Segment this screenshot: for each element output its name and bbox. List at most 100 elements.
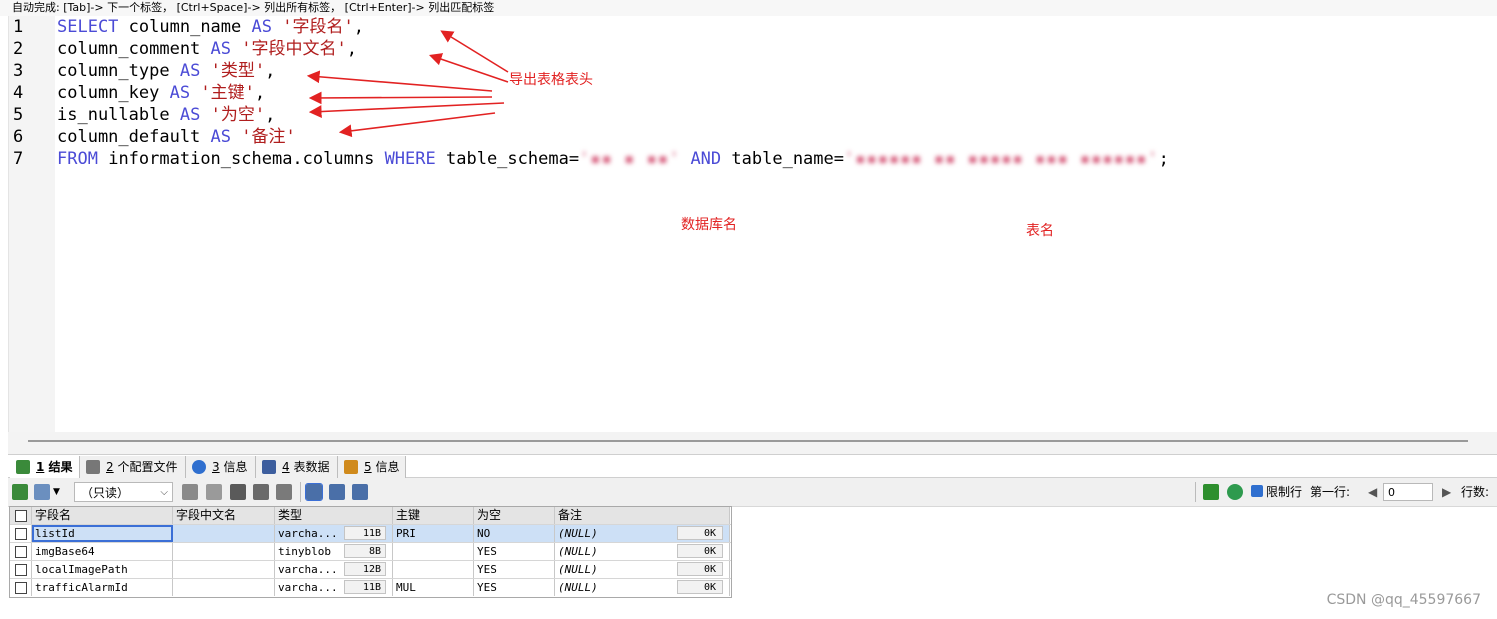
row-checkbox[interactable] xyxy=(10,561,32,578)
mode-select[interactable]: （只读） ⌵ xyxy=(74,482,173,502)
row-checkbox[interactable] xyxy=(10,525,32,542)
cell-default[interactable]: (NULL) 0K xyxy=(555,579,730,596)
cell-nullable[interactable]: YES xyxy=(474,579,555,596)
null-value: (NULL) xyxy=(558,563,598,576)
limit-checkbox[interactable] xyxy=(1251,485,1263,497)
insert-row-icon[interactable] xyxy=(182,484,198,500)
column-header[interactable]: 字段名 xyxy=(32,507,173,524)
annotation-export-header: 导出表格表头 xyxy=(509,72,593,88)
cell-default[interactable]: (NULL) 0K xyxy=(555,561,730,578)
next-arrow-icon[interactable]: ▶ xyxy=(1442,484,1451,500)
table-row[interactable]: imgBase64 tinyblob 8B YES (NULL) 0K xyxy=(10,543,731,561)
tab-messages[interactable]: 3 信息 xyxy=(186,456,256,478)
tab-table-data[interactable]: 4 表数据 xyxy=(256,456,338,478)
line-number: 4 xyxy=(13,83,24,103)
column-identifier: column_type xyxy=(57,61,170,81)
column-header[interactable]: 字段中文名 xyxy=(173,507,275,524)
info-chart-icon xyxy=(344,460,358,474)
cell-name[interactable]: imgBase64 xyxy=(32,543,173,560)
form-view-icon[interactable] xyxy=(329,484,345,500)
size-badge: 12B xyxy=(344,562,386,576)
cell-comment[interactable] xyxy=(173,543,275,560)
result-grid[interactable]: 字段名 字段中文名 类型 主键 为空 备注 listId varcha... 11… xyxy=(9,506,732,598)
size-badge: 11B xyxy=(344,526,386,540)
annotation-database-name: 数据库名 xyxy=(681,217,737,233)
table-row[interactable]: localImagePath varcha... 12B YES (NULL) 0K xyxy=(10,561,731,579)
cell-type[interactable]: varcha... 12B xyxy=(275,561,393,578)
cell-key[interactable]: MUL xyxy=(393,579,474,596)
alias-string: '备注' xyxy=(241,127,296,147)
type-value: varcha... xyxy=(278,581,338,594)
refresh-icon[interactable] xyxy=(1227,484,1243,500)
save-icon[interactable] xyxy=(230,484,246,500)
column-header[interactable]: 为空 xyxy=(474,507,555,524)
cell-type[interactable]: tinyblob 8B xyxy=(275,543,393,560)
size-badge: 11B xyxy=(344,580,386,594)
cell-comment[interactable] xyxy=(173,579,275,596)
tab-result[interactable]: 1 结果 xyxy=(10,456,80,478)
alias-string: '为空' xyxy=(210,105,266,125)
column-header[interactable]: 类型 xyxy=(275,507,393,524)
grid-view-icon[interactable] xyxy=(305,483,323,501)
first-row-input[interactable]: 0 xyxy=(1383,483,1433,501)
keyword-and: AND xyxy=(690,149,722,169)
size-badge: 0K xyxy=(677,526,723,540)
chevron-down-icon: ⌵ xyxy=(160,487,168,498)
cancel-icon[interactable] xyxy=(276,484,292,500)
cell-name[interactable]: localImagePath xyxy=(32,561,173,578)
add-row-icon[interactable] xyxy=(12,484,28,500)
tab-info[interactable]: 5 信息 xyxy=(338,456,406,478)
row-checkbox[interactable] xyxy=(10,579,32,596)
export-icon[interactable] xyxy=(34,484,50,500)
cell-key[interactable] xyxy=(393,561,474,578)
code-line-4: column_key AS '主键', xyxy=(57,82,265,104)
cell-default[interactable]: (NULL) 0K xyxy=(555,525,730,542)
text-view-icon[interactable] xyxy=(352,484,368,500)
line-number: 3 xyxy=(13,61,24,81)
editor-horizontal-scrollbar[interactable] xyxy=(8,432,1497,454)
size-badge: 0K xyxy=(677,562,723,576)
type-value: tinyblob xyxy=(278,545,331,558)
delete-icon[interactable] xyxy=(253,484,269,500)
scrollbar-thumb[interactable] xyxy=(28,440,1468,442)
previous-arrow-icon[interactable]: ◀ xyxy=(1368,484,1377,500)
separator: , xyxy=(265,61,276,81)
separator: , xyxy=(353,17,364,37)
alias-string: '类型' xyxy=(210,61,266,81)
chevron-down-icon[interactable]: ▼ xyxy=(53,484,60,500)
keyword-from: FROM xyxy=(57,149,98,169)
cell-name[interactable]: listId xyxy=(32,525,173,542)
table-row[interactable]: listId varcha... 11B PRI NO (NULL) 0K xyxy=(10,525,731,543)
tab-label: 表数据 xyxy=(293,460,330,474)
filter-icon[interactable] xyxy=(1203,484,1219,500)
cell-name[interactable]: trafficAlarmId xyxy=(32,579,173,596)
toolbar-separator xyxy=(1195,482,1196,502)
alias-string: '字段中文名' xyxy=(241,39,347,59)
cell-default[interactable]: (NULL) 0K xyxy=(555,543,730,560)
toolbar-separator xyxy=(300,482,301,502)
copy-row-icon[interactable] xyxy=(206,484,222,500)
table-row[interactable]: trafficAlarmId varcha... 11B MUL YES (NUL… xyxy=(10,579,731,597)
cell-nullable[interactable]: YES xyxy=(474,561,555,578)
cell-key[interactable] xyxy=(393,543,474,560)
keyword-as: AS xyxy=(169,83,191,103)
cell-comment[interactable] xyxy=(173,525,275,542)
column-header[interactable]: 备注 xyxy=(555,507,730,524)
cell-nullable[interactable]: YES xyxy=(474,543,555,560)
sql-editor[interactable]: 1 2 3 4 5 6 7 SELECT column_name AS '字段名… xyxy=(8,16,1497,432)
info-icon xyxy=(192,460,206,474)
cell-key[interactable]: PRI xyxy=(393,525,474,542)
cell-type[interactable]: varcha... 11B xyxy=(275,579,393,596)
row-checkbox[interactable] xyxy=(10,543,32,560)
keyword-select: SELECT xyxy=(57,17,119,37)
type-value: varcha... xyxy=(278,563,338,576)
select-all-checkbox[interactable] xyxy=(10,507,32,524)
column-header[interactable]: 主键 xyxy=(393,507,474,524)
table-icon xyxy=(262,460,276,474)
cell-type[interactable]: varcha... 11B xyxy=(275,525,393,542)
tab-label: 信息 xyxy=(375,460,400,474)
tab-profile[interactable]: 2 个配置文件 xyxy=(80,456,186,478)
cell-nullable[interactable]: NO xyxy=(474,525,555,542)
cell-comment[interactable] xyxy=(173,561,275,578)
size-badge: 0K xyxy=(677,580,723,594)
